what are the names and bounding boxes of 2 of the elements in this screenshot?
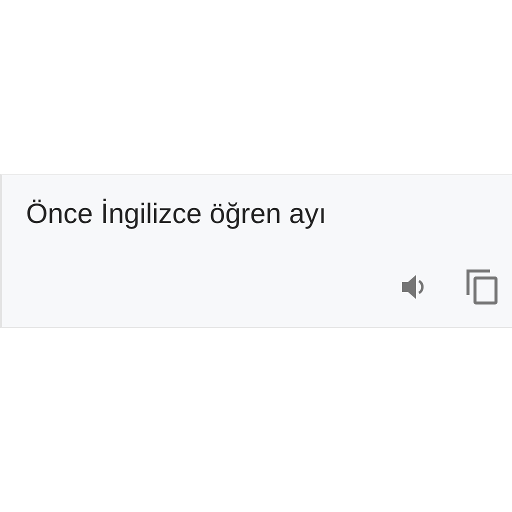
copy-icon[interactable] <box>466 268 498 305</box>
translation-text: Önce İngilizce öğren ayı <box>26 197 328 231</box>
